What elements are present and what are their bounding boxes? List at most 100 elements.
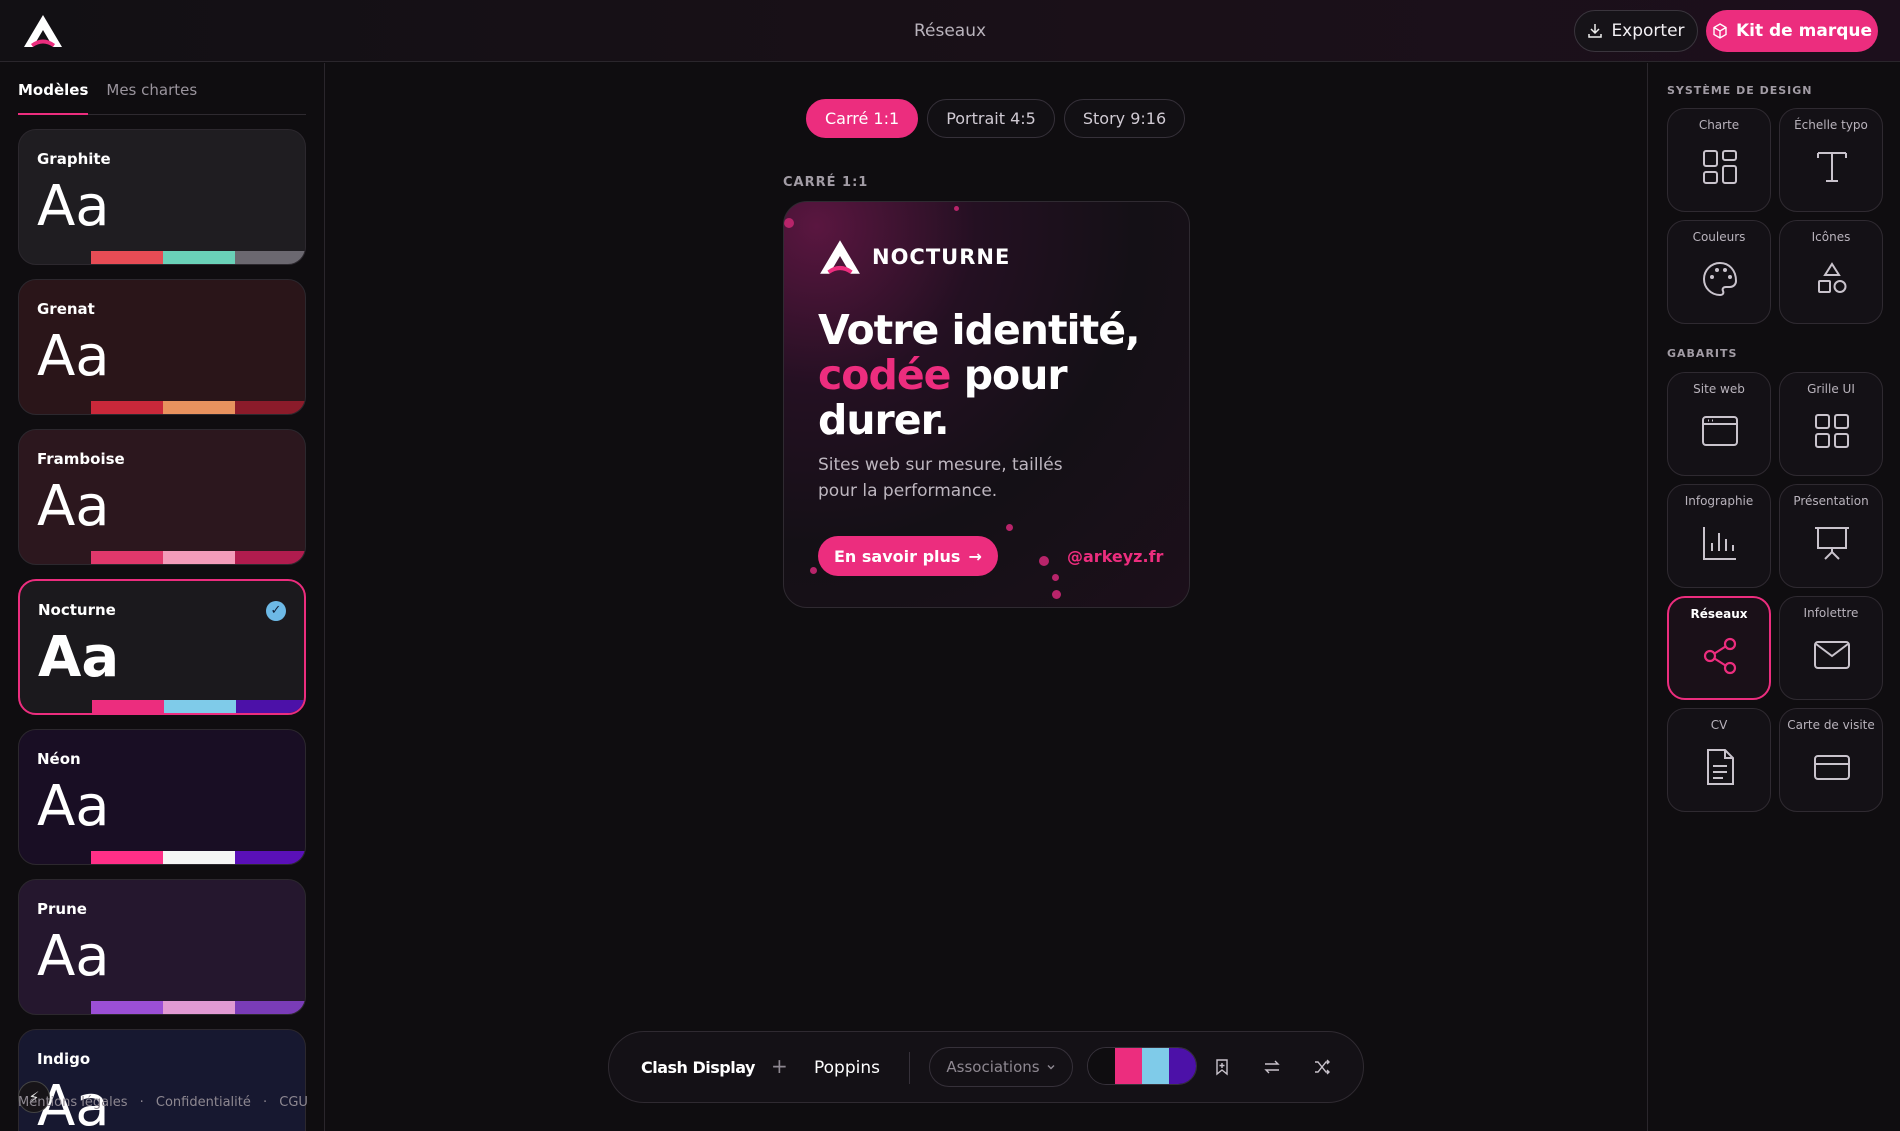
format-portrait-tab[interactable]: Portrait 4:5 [927,99,1055,138]
tile-presentation[interactable]: Présentation [1779,484,1883,588]
theme-color-bar [91,551,305,564]
tile-echelle-typo[interactable]: Échelle typo [1779,108,1883,212]
post-brand-name: NOCTURNE [872,245,1011,269]
theme-card[interactable]: Graphite Aa [18,129,306,265]
tile-reseaux[interactable]: Réseaux [1667,596,1771,700]
export-label: Exporter [1611,21,1685,41]
color-swatch [91,1001,163,1014]
heading-font-selector[interactable]: Clash Display [641,1058,755,1077]
tile-label: Infolettre [1803,606,1859,620]
color-swatch [91,551,163,564]
shapes-icon [1818,262,1847,293]
terms-link[interactable]: CGU [279,1095,308,1110]
templates-heading: GABARITS [1667,347,1738,360]
color-swatch [91,401,163,414]
post-cta-button[interactable]: En savoir plus → [818,536,998,576]
tile-label: Site web [1693,382,1745,396]
cta-label: En savoir plus [834,546,961,566]
color-swatch [163,551,235,564]
tile-label: Charte [1698,118,1740,132]
canvas-format-label: CARRÉ 1:1 [783,175,869,190]
color-swatch [92,700,164,713]
theme-name: Néon [37,750,81,768]
theme-sample-text: Aa [37,774,110,839]
tile-couleurs[interactable]: Couleurs [1667,220,1771,324]
left-sidebar: Modèles Mes chartes Graphite Aa Grenat Aa Fr… [0,63,325,1131]
tile-infographie[interactable]: Infographie [1667,484,1771,588]
tile-label: Réseaux [1690,607,1748,621]
arrow-right-icon: → [968,546,982,566]
theme-card[interactable]: Framboise Aa [18,429,306,565]
body-font-selector[interactable]: Poppins [814,1058,880,1078]
theme-card[interactable]: Nocturne Aa ✓ [18,579,306,715]
color-swatch [163,251,235,264]
theme-color-bar [91,851,305,864]
mail-icon [1814,641,1850,669]
right-sidebar: SYSTÈME DE DESIGN Charte Échelle typo Co… [1647,63,1900,1131]
theme-name: Graphite [37,150,111,168]
tile-charte[interactable]: Charte [1667,108,1771,212]
color-swatch [235,551,305,564]
share-icon [1703,637,1737,675]
check-icon: ✓ [266,601,286,621]
theme-card[interactable]: Néon Aa [18,729,306,865]
color-swatch [235,851,305,864]
footer-sep: · [139,1095,144,1110]
theme-sample-text: Aa [37,474,110,539]
tile-site-web[interactable]: Site web [1667,372,1771,476]
tab-modeles[interactable]: Modèles [18,81,89,115]
theme-card[interactable]: Grenat Aa [18,279,306,415]
format-story-tab[interactable]: Story 9:16 [1063,99,1186,138]
decor-dot [954,206,959,211]
privacy-link[interactable]: Confidentialité [156,1095,251,1110]
social-post-preview[interactable]: NOCTURNE Votre identité, codée pour dure… [783,201,1190,608]
tile-grille-ui[interactable]: Grille UI [1779,372,1883,476]
color-swatch [164,700,236,713]
tab-mes-chartes[interactable]: Mes chartes [106,81,197,115]
theme-card[interactable]: Prune Aa [18,879,306,1015]
color-swatch [91,851,163,864]
font-toolbar: Clash Display + Poppins Associations [608,1031,1364,1103]
browser-icon [1702,416,1738,446]
box-icon [1713,23,1727,39]
theme-card[interactable]: Indigo Aa [18,1029,306,1131]
tile-carte-de-visite[interactable]: Carte de visite [1779,708,1883,812]
document-icon [1707,749,1734,785]
legal-link[interactable]: Mentions légales [18,1095,127,1110]
tile-label: CV [1710,718,1728,732]
brand-kit-button[interactable]: Kit de marque [1706,10,1878,52]
tile-icones[interactable]: Icônes [1779,220,1883,324]
sidebar-tabs: Modèles Mes chartes [18,81,306,115]
format-square-tab[interactable]: Carré 1:1 [806,99,919,138]
swap-icon[interactable] [1257,1052,1287,1082]
shuffle-icon[interactable] [1307,1052,1337,1082]
theme-color-bar [91,1001,305,1014]
palette-swatch [1115,1048,1142,1084]
design-system-heading: SYSTÈME DE DESIGN [1667,84,1813,97]
decor-dot [1006,524,1013,531]
plus-icon: + [771,1054,788,1078]
top-header: Réseaux Exporter Kit de marque [0,0,1900,62]
post-subtitle: Sites web sur mesure, taillés pour la pe… [818,455,1063,501]
theme-name: Indigo [37,1050,91,1068]
footer-sep: · [263,1095,268,1110]
associations-label: Associations [946,1058,1040,1076]
palette-swatch [1142,1048,1169,1084]
post-logo: NOCTURNE [818,238,1010,276]
post-handle: @arkeyz.fr [1067,547,1164,566]
tile-cv[interactable]: CV [1667,708,1771,812]
grid-icon [1703,150,1737,184]
palette-swatches[interactable] [1087,1047,1197,1085]
export-button[interactable]: Exporter [1574,10,1698,52]
bookmark-icon[interactable] [1207,1052,1237,1082]
tile-infolettre[interactable]: Infolettre [1779,596,1883,700]
associations-dropdown[interactable]: Associations [929,1047,1073,1087]
toolbar-divider [909,1052,910,1084]
post-headline: Votre identité, codée pour durer. [818,308,1168,443]
color-swatch [163,851,235,864]
theme-name: Nocturne [38,601,116,619]
decor-dot [810,567,817,574]
type-icon [1817,152,1847,182]
download-icon [1588,24,1603,38]
headline-line3: durer. [818,396,950,444]
